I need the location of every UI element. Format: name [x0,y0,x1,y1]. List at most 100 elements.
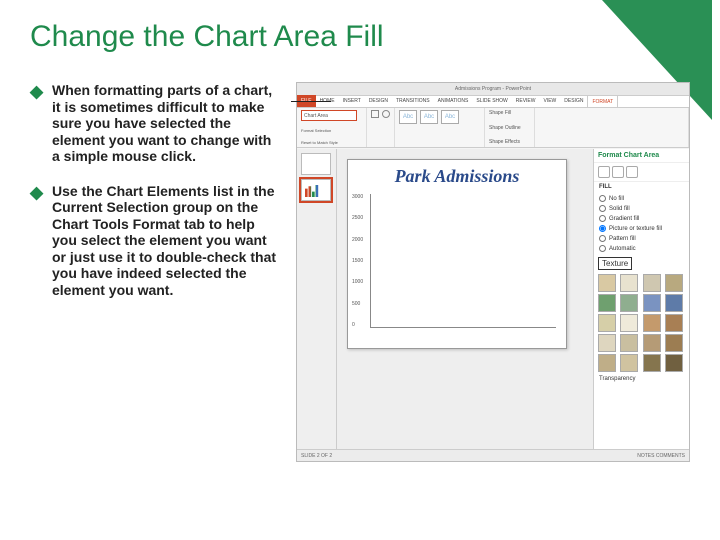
ytick: 0 [352,322,368,328]
texture-swatch[interactable] [665,294,683,312]
texture-swatch[interactable] [643,354,661,372]
fill-option[interactable]: No fill [599,195,684,202]
ytick: 1000 [352,279,368,285]
tab-animations[interactable]: ANIMATIONS [434,95,473,107]
ppt-screenshot: Admissions Program - PowerPoint FILE HOM… [296,82,690,462]
texture-swatch[interactable] [598,294,616,312]
reset-style-label[interactable]: Reset to Match Style [301,140,362,145]
fill-tab-icon[interactable] [598,166,610,178]
ppt-window-title: Admissions Program - PowerPoint [455,86,531,92]
radio-icon[interactable] [599,205,606,212]
texture-swatch[interactable] [620,314,638,332]
radio-icon[interactable] [599,225,606,232]
ribbon-tabs: FILE HOME INSERT DESIGN TRANSITIONS ANIM… [297,96,689,108]
texture-swatch[interactable] [598,334,616,352]
fill-option[interactable]: Picture or texture fill [599,225,684,232]
shape-outline-button[interactable]: Shape Outline [489,125,530,131]
option-label: Solid fill [609,206,630,212]
ytick: 500 [352,301,368,307]
texture-swatch[interactable] [620,274,638,292]
texture-swatch[interactable] [643,294,661,312]
slide-thumbnails [297,149,337,449]
shape-style-preset[interactable]: Abc [399,110,417,124]
tab-design[interactable]: DESIGN [365,95,392,107]
texture-swatch[interactable] [598,314,616,332]
bullet-item: ◆ When formatting parts of a chart, it i… [30,82,282,165]
plot-area [370,194,556,328]
texture-swatch[interactable] [598,274,616,292]
radio-icon[interactable] [599,245,606,252]
shape-fill-button[interactable]: Shape Fill [489,110,530,116]
shape-icon[interactable] [371,110,379,118]
chart-elements-value: Chart Area [304,113,328,119]
tab-insert[interactable]: INSERT [339,95,365,107]
transparency-row: Transparency [594,374,689,384]
fill-section-label: FILL [594,182,689,192]
ytick: 1500 [352,258,368,264]
tab-view[interactable]: VIEW [540,95,561,107]
tab-review[interactable]: REVIEW [512,95,540,107]
bullet-list: ◆ When formatting parts of a chart, it i… [30,82,282,462]
shape-icon[interactable] [382,110,390,118]
callout-line [291,101,331,102]
shape-style-preset[interactable]: Abc [420,110,438,124]
radio-icon[interactable] [599,215,606,222]
texture-swatch[interactable] [620,354,638,372]
group-shape-styles: Abc Abc Abc [395,108,485,147]
texture-swatch[interactable] [643,314,661,332]
tab-transitions[interactable]: TRANSITIONS [392,95,434,107]
slide-title: Change the Chart Area Fill [30,20,690,54]
option-label: No fill [609,196,624,202]
ribbon: Chart Area Format Selection Reset to Mat… [297,108,689,148]
texture-swatch[interactable] [643,334,661,352]
fill-option[interactable]: Pattern fill [599,235,684,242]
bullet-text: When formatting parts of a chart, it is … [52,82,282,165]
format-selection-label[interactable]: Format Selection [301,128,362,133]
thumbnail-slide-1[interactable] [301,153,331,175]
chart-area[interactable]: Park Admissions 0 500 1000 1500 2000 250… [347,159,567,349]
texture-swatch[interactable] [643,274,661,292]
bullet-text: Use the Chart Elements list in the Curre… [52,183,282,299]
thumbnail-slide-2[interactable] [301,179,331,201]
status-bar: SLIDE 2 OF 2 NOTES COMMENTS [297,449,689,461]
slide-canvas: Park Admissions 0 500 1000 1500 2000 250… [337,149,593,449]
radio-icon[interactable] [599,235,606,242]
texture-swatch[interactable] [665,314,683,332]
y-axis-ticks: 0 500 1000 1500 2000 2500 3000 [352,194,368,328]
bullet-marker-icon: ◆ [30,83,44,165]
format-pane-tabs [594,163,689,182]
ytick: 2000 [352,237,368,243]
fill-options: No fill Solid fill Gradient fill Picture… [594,192,689,255]
fill-option[interactable]: Automatic [599,245,684,252]
bullet-marker-icon: ◆ [30,184,44,299]
chart-elements-dropdown[interactable]: Chart Area [301,110,357,121]
texture-button[interactable]: Texture [598,257,632,270]
effects-tab-icon[interactable] [612,166,624,178]
size-tab-icon[interactable] [626,166,638,178]
shape-effects-button[interactable]: Shape Effects [489,139,530,145]
tab-chart-design[interactable]: DESIGN [560,95,587,107]
status-slide-count: SLIDE 2 OF 2 [301,453,332,459]
fill-option[interactable]: Gradient fill [599,215,684,222]
ytick: 3000 [352,194,368,200]
option-label: Gradient fill [609,216,639,222]
texture-swatch[interactable] [665,274,683,292]
texture-swatch[interactable] [620,334,638,352]
fill-option[interactable]: Solid fill [599,205,684,212]
group-wordart-size [535,108,689,147]
group-current-selection: Chart Area Format Selection Reset to Mat… [297,108,367,147]
shape-style-preset[interactable]: Abc [441,110,459,124]
chart-title: Park Admissions [348,160,566,189]
option-label: Picture or texture fill [609,226,662,232]
radio-icon[interactable] [599,195,606,202]
format-pane-header: Format Chart Area [594,149,689,163]
tab-chart-format[interactable]: FORMAT [587,95,618,107]
group-insert-shapes [367,108,395,147]
texture-swatch[interactable] [620,294,638,312]
ytick: 2500 [352,215,368,221]
option-label: Pattern fill [609,236,636,242]
tab-slideshow[interactable]: SLIDE SHOW [472,95,511,107]
texture-swatch[interactable] [665,334,683,352]
texture-swatch[interactable] [598,354,616,372]
texture-swatch[interactable] [665,354,683,372]
